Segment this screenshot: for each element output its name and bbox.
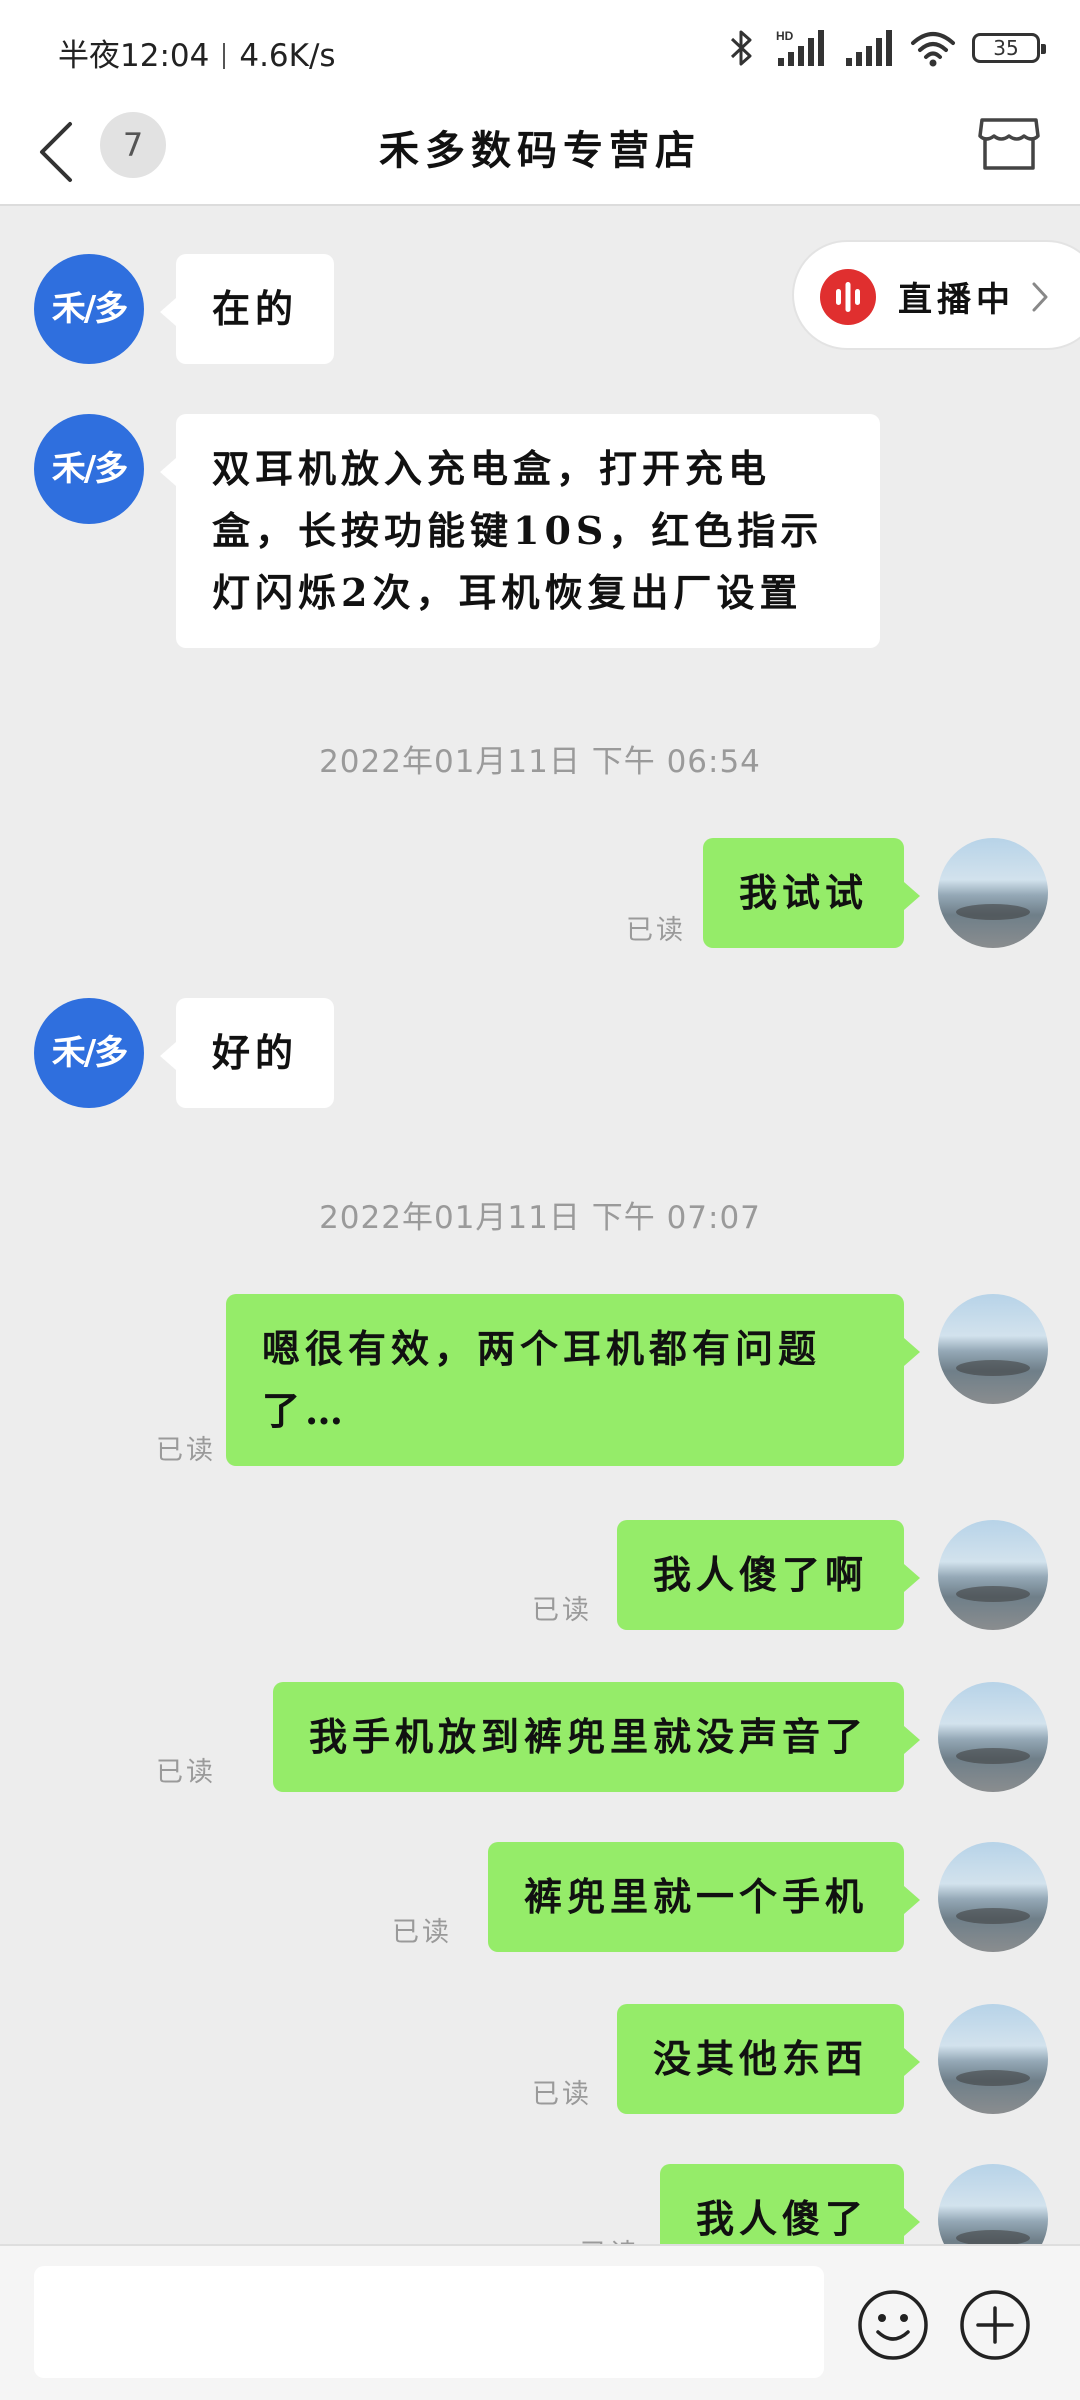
header-bar: 7 禾多数码专营店 bbox=[0, 100, 1080, 206]
live-stream-button[interactable]: 直播中 bbox=[792, 240, 1080, 350]
plus-icon bbox=[960, 2290, 1030, 2360]
store-button[interactable] bbox=[976, 110, 1042, 176]
status-bar: 半夜12:04 4.6K/s HD 35 bbox=[0, 0, 1080, 100]
sound-wave-icon bbox=[836, 282, 860, 312]
received-message-bubble[interactable]: 在的 bbox=[159, 254, 335, 364]
user-avatar[interactable] bbox=[938, 1520, 1048, 1630]
emoji-button[interactable] bbox=[856, 2288, 930, 2362]
sent-message-bubble[interactable]: 我试试 bbox=[702, 838, 921, 948]
status-icons: HD 35 bbox=[724, 28, 1046, 68]
read-status: 已读 bbox=[532, 2079, 592, 2110]
sent-message-bubble[interactable]: 我手机放到裤兜里就没声音了 bbox=[272, 1682, 921, 1792]
hd-label: HD bbox=[776, 29, 794, 43]
read-status: 已读 bbox=[626, 915, 686, 946]
chat-area[interactable]: 禾/多 在的 直播中 禾/多 双耳机放入充电盒，打开充电盒，长按功能键10S，红… bbox=[0, 206, 1080, 2244]
read-status: 已读 bbox=[532, 1595, 592, 1626]
message-timestamp: 2022年01月11日 下午 06:54 bbox=[319, 744, 761, 780]
sent-message-bubble[interactable]: 我人傻了 bbox=[659, 2164, 921, 2244]
signal-icon bbox=[846, 30, 892, 66]
live-label: 直播中 bbox=[898, 280, 1015, 320]
received-message-bubble[interactable]: 双耳机放入充电盒，打开充电盒，长按功能键10S，红色指示灯闪烁2次，耳机恢复出厂… bbox=[160, 414, 880, 648]
message-timestamp: 2022年01月11日 下午 07:07 bbox=[319, 1200, 761, 1236]
user-avatar[interactable] bbox=[938, 838, 1048, 948]
read-status: 已读 bbox=[156, 1435, 216, 1466]
bluetooth-icon bbox=[730, 30, 752, 66]
shop-avatar[interactable]: 禾/多 bbox=[34, 414, 144, 524]
received-message-bubble[interactable]: 好的 bbox=[159, 998, 335, 1108]
sent-message-bubble[interactable]: 没其他东西 bbox=[616, 2004, 921, 2114]
status-left: 半夜12:04 4.6K/s bbox=[58, 30, 336, 75]
page-title: 禾多数码专营店 bbox=[379, 127, 701, 174]
user-avatar[interactable] bbox=[938, 1294, 1048, 1404]
sent-message-bubble[interactable]: 我人傻了啊 bbox=[616, 1520, 921, 1630]
sent-message-bubble[interactable]: 嗯很有效，两个耳机都有问题了… bbox=[226, 1294, 920, 1466]
network-speed: 4.6K/s bbox=[239, 38, 336, 74]
status-time: 半夜12:04 bbox=[58, 38, 210, 74]
sent-message-bubble[interactable]: 裤兜里就一个手机 bbox=[487, 1842, 921, 1952]
input-bar bbox=[0, 2244, 1080, 2400]
shop-avatar[interactable]: 禾/多 bbox=[34, 998, 144, 1108]
store-icon bbox=[978, 118, 1040, 170]
plus-button[interactable] bbox=[958, 2288, 1032, 2362]
user-avatar[interactable] bbox=[938, 2004, 1048, 2114]
live-indicator bbox=[820, 269, 876, 325]
shop-avatar[interactable]: 禾/多 bbox=[34, 254, 144, 364]
battery-icon: 35 bbox=[972, 33, 1046, 63]
signal-hd-icon: HD bbox=[776, 29, 824, 66]
emoji-icon bbox=[858, 2290, 928, 2360]
read-status: 已读 bbox=[392, 1917, 452, 1948]
status-separator bbox=[223, 43, 226, 69]
read-status: 已读 bbox=[580, 2232, 640, 2244]
user-avatar[interactable] bbox=[938, 1842, 1048, 1952]
user-avatar[interactable] bbox=[938, 1682, 1048, 1792]
chevron-right-icon bbox=[1032, 282, 1048, 312]
wifi-icon bbox=[911, 32, 955, 67]
read-status: 已读 bbox=[156, 1757, 216, 1788]
message-input[interactable] bbox=[34, 2266, 824, 2378]
battery-level: 35 bbox=[993, 36, 1019, 60]
user-avatar[interactable] bbox=[938, 2164, 1048, 2244]
